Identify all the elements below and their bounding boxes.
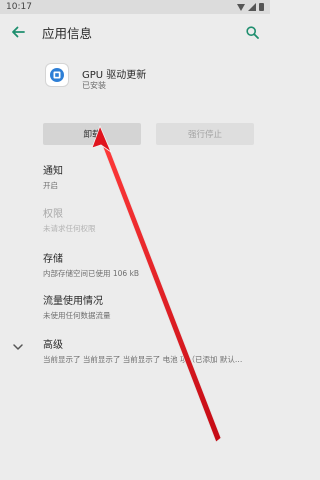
chevron-down-icon[interactable] bbox=[12, 342, 24, 352]
app-bar: 应用信息 bbox=[0, 14, 270, 50]
settings-item-notifications[interactable]: 通知 开启 bbox=[43, 162, 263, 191]
bottom-spacer bbox=[0, 456, 270, 480]
app-name: GPU 驱动更新 bbox=[82, 70, 147, 81]
settings-item-subtitle: 开启 bbox=[43, 181, 58, 190]
wifi-icon bbox=[237, 3, 245, 11]
battery-icon bbox=[259, 3, 264, 11]
signal-icon bbox=[248, 3, 256, 11]
settings-item-subtitle: 未使用任何数据流量 bbox=[43, 311, 111, 320]
page-title: 应用信息 bbox=[42, 25, 93, 41]
settings-item-title: 通知 bbox=[43, 166, 63, 177]
settings-item-subtitle: 未请求任何权限 bbox=[43, 224, 96, 233]
settings-item-subtitle: 内部存储空间已使用 106 kB bbox=[43, 269, 140, 278]
settings-item-advanced[interactable]: 高级 当前显示了 当前显示了 当前显示了 电池 项（已添加 默认… bbox=[43, 336, 263, 365]
status-time: 10:17 bbox=[6, 2, 32, 12]
settings-item-title: 高级 bbox=[43, 340, 63, 351]
app-install-status: 已安装 bbox=[82, 81, 106, 90]
force-stop-button[interactable]: 强行停止 bbox=[156, 123, 254, 145]
settings-item-permissions[interactable]: 权限 未请求任何权限 bbox=[43, 205, 263, 234]
app-icon bbox=[46, 64, 68, 86]
settings-item-title: 流量使用情况 bbox=[43, 296, 103, 307]
back-arrow-icon[interactable] bbox=[10, 24, 26, 40]
settings-item-data-usage[interactable]: 流量使用情况 未使用任何数据流量 bbox=[43, 292, 263, 321]
status-bar: 10:17 bbox=[0, 0, 270, 14]
status-icons bbox=[237, 3, 264, 11]
settings-item-storage[interactable]: 存储 内部存储空间已使用 106 kB bbox=[43, 250, 263, 279]
settings-item-title: 存储 bbox=[43, 254, 63, 265]
settings-item-title: 权限 bbox=[43, 209, 63, 220]
settings-item-subtitle: 当前显示了 当前显示了 当前显示了 电池 项（已添加 默认… bbox=[43, 355, 243, 364]
search-icon[interactable] bbox=[244, 24, 260, 40]
uninstall-button[interactable]: 卸载 bbox=[43, 123, 141, 145]
